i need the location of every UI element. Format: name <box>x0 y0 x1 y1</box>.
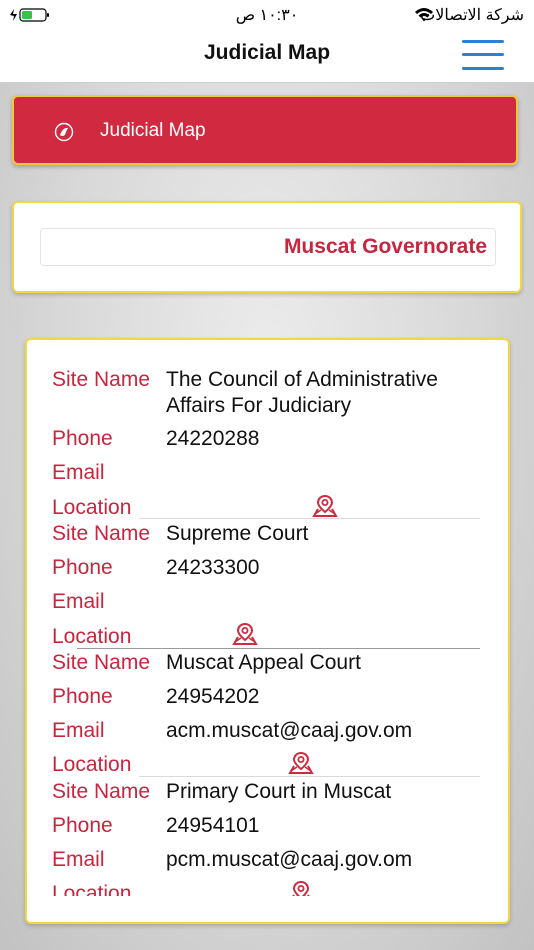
email-value[interactable]: acm.muscat@caaj.gov.om <box>166 718 498 744</box>
map-pin-icon[interactable] <box>311 494 339 518</box>
phone-value[interactable]: 24233300 <box>166 555 498 581</box>
site-name-label: Site Name <box>52 522 151 545</box>
email-label: Email <box>52 461 105 484</box>
location-label: Location <box>52 882 132 896</box>
phone-value[interactable]: 24954101 <box>166 813 498 839</box>
governorate-value: Muscat Governorate <box>283 235 487 258</box>
site-name-value: Primary Court in Muscat <box>166 780 392 803</box>
page-title: Judicial Map <box>203 41 331 64</box>
phone-label: Phone <box>52 427 113 450</box>
site-name-value: The Council of Administrative Affairs Fo… <box>166 368 438 417</box>
phone-label: Phone <box>52 556 113 579</box>
site-name-value: Muscat Appeal Court <box>166 651 361 674</box>
location-label: Location <box>52 753 132 776</box>
status-bar: ١٠:٣٠ ص شركة الاتصالات <box>0 0 534 30</box>
map-pin-icon[interactable] <box>287 751 315 775</box>
sites-list-card: Site Name The Council of Administrative … <box>25 338 510 924</box>
email-value[interactable]: pcm.muscat@caaj.gov.om <box>166 847 498 873</box>
divider <box>77 648 480 649</box>
carrier-name: شركة الاتصالات <box>420 7 524 24</box>
email-label: Email <box>52 719 105 742</box>
location-label: Location <box>52 496 132 519</box>
divider <box>139 776 480 777</box>
governorate-card: Muscat Governorate <box>12 201 522 293</box>
phone-value[interactable]: 24954202 <box>166 684 498 710</box>
site-name-label: Site Name <box>52 368 151 391</box>
map-icon <box>54 122 74 142</box>
site-name-label: Site Name <box>52 780 151 803</box>
site-name-label: Site Name <box>52 651 151 674</box>
map-pin-icon[interactable] <box>287 880 315 896</box>
hamburger-icon[interactable] <box>462 38 504 72</box>
email-label: Email <box>52 848 105 871</box>
location-label: Location <box>52 625 132 648</box>
site-name-value: Supreme Court <box>166 522 309 545</box>
sites-list[interactable]: Site Name The Council of Administrative … <box>27 340 508 896</box>
judicial-map-banner[interactable]: Judicial Map <box>12 95 518 165</box>
map-pin-icon[interactable] <box>231 622 259 646</box>
banner-label: Judicial Map <box>100 120 206 141</box>
email-label: Email <box>52 590 105 613</box>
governorate-select[interactable]: Muscat Governorate <box>40 228 496 266</box>
phone-label: Phone <box>52 814 113 837</box>
phone-value[interactable]: 24220288 <box>166 426 498 452</box>
nav-bar: Judicial Map <box>0 30 534 83</box>
phone-label: Phone <box>52 685 113 708</box>
divider <box>139 518 480 519</box>
